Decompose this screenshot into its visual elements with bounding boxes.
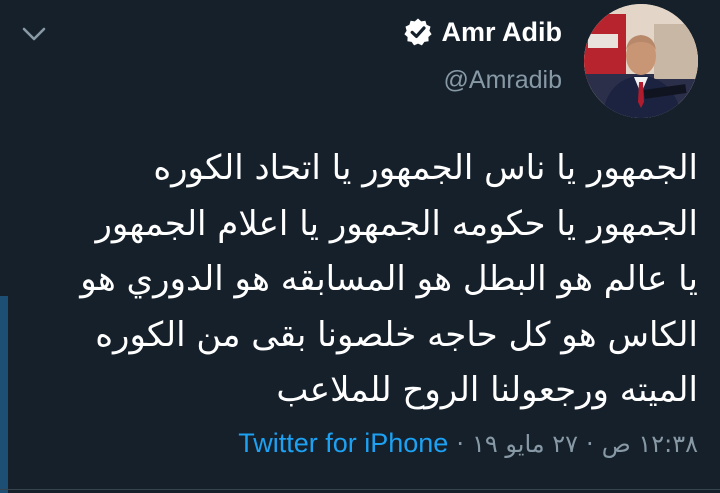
verified-badge-icon	[403, 18, 432, 46]
avatar[interactable]	[584, 4, 698, 118]
divider	[0, 489, 720, 490]
tweet-text-line: الكاس هو كل حاجه خلصونا بقى من الكوره	[95, 314, 698, 355]
tweet-text-line: يا عالم هو البطل هو المسابقه هو الدوري ه…	[80, 259, 698, 299]
author-handle[interactable]: @Amradib	[444, 66, 562, 95]
meta-separator: ·	[456, 429, 464, 458]
tweet-text: الجمهور يا ناس الجمهور يا اتحاد الكوره ا…	[22, 141, 698, 419]
author-display-name[interactable]: Amr Adib	[403, 14, 563, 50]
avatar-image	[584, 4, 698, 118]
author-name: Amr Adib	[441, 16, 563, 47]
meta-separator: ·	[586, 429, 594, 458]
left-edge-accent	[0, 296, 8, 493]
tweet-date[interactable]: ٢٧ مايو ١٩	[472, 430, 578, 458]
tweet-text-line: الجمهور يا حكومه الجمهور يا اعلام الجمهو…	[95, 203, 698, 244]
tweet-source-link[interactable]: Twitter for iPhone	[238, 428, 448, 459]
tweet-meta: ١٢:٣٨ ص · ٢٧ مايو ١٩ · Twitter for iPhon…	[238, 428, 698, 459]
chevron-down-icon[interactable]	[20, 20, 48, 48]
tweet-text-line: الميته ورجعولنا الروح للملاعب	[276, 370, 698, 410]
tweet-time[interactable]: ١٢:٣٨ ص	[602, 430, 698, 458]
tweet-text-line: الجمهور يا ناس الجمهور يا اتحاد الكوره	[153, 148, 698, 188]
